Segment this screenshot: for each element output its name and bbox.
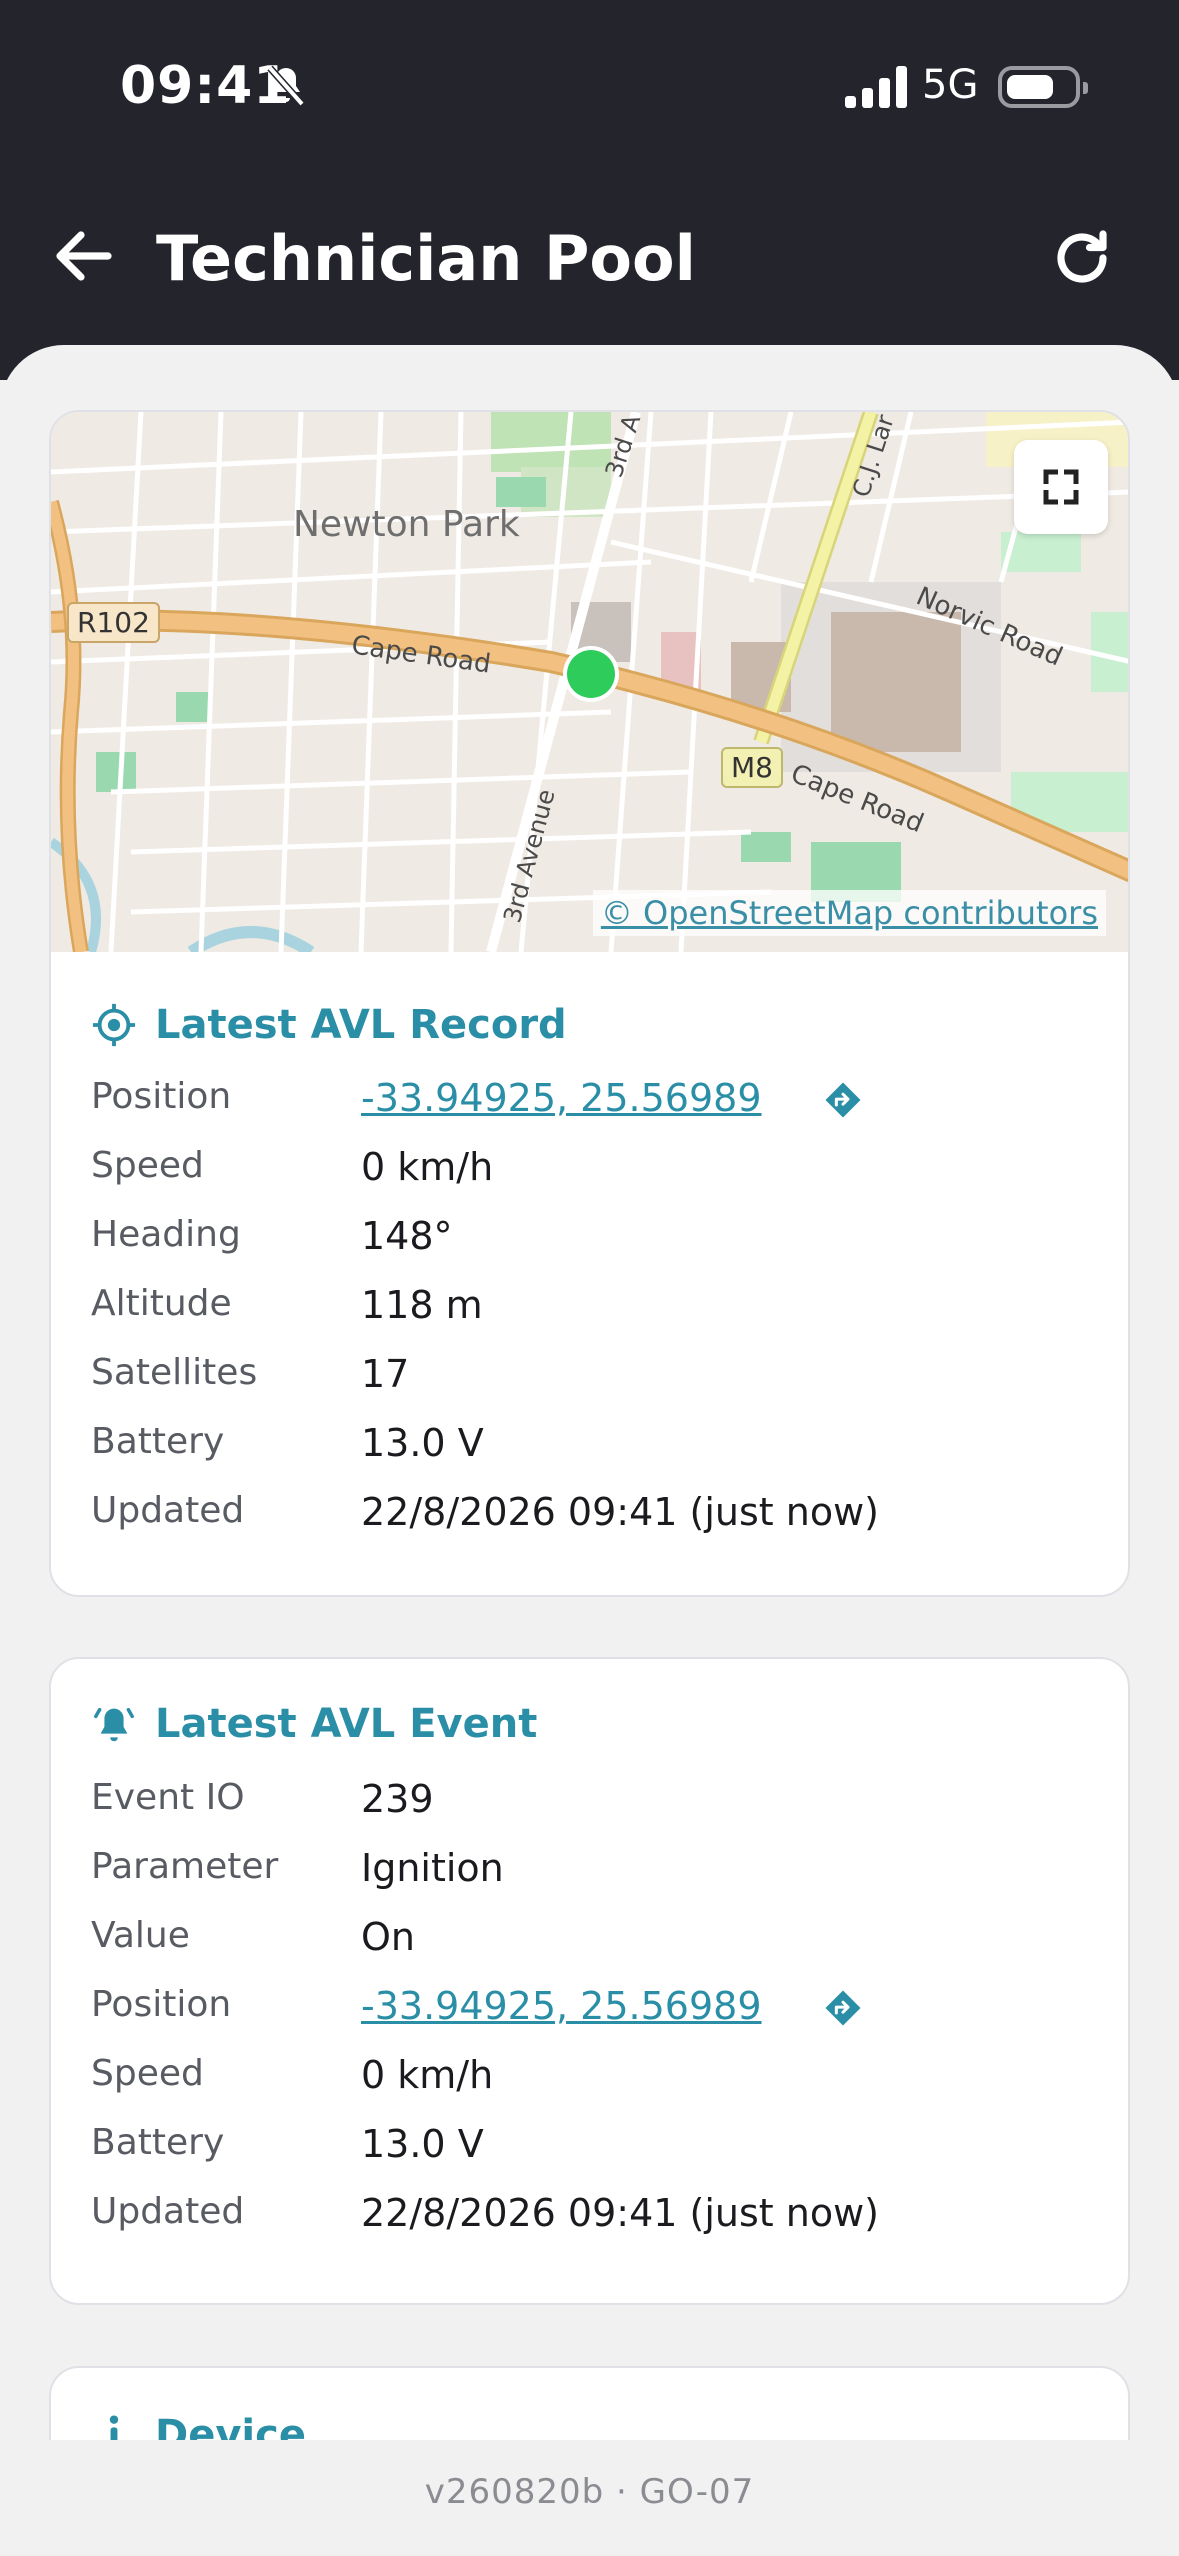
- row-value: 22/8/2026 09:41 (just now): [361, 2191, 879, 2235]
- record-row-position: Position -33.94925, 25.56989: [91, 1076, 1091, 1136]
- row-label: Heading: [91, 1214, 241, 1255]
- event-row-value: Value On: [91, 1915, 1091, 1975]
- event-row-battery: Battery 13.0 V: [91, 2122, 1091, 2182]
- record-row-speed: Speed 0 km/h: [91, 1145, 1091, 1205]
- record-row-updated: Updated 22/8/2026 09:41 (just now): [91, 1490, 1091, 1550]
- footer: v260820b · GO-07: [0, 2440, 1179, 2556]
- row-value: 0 km/h: [361, 1145, 494, 1189]
- crosshair-icon: [92, 1003, 136, 1047]
- row-label: Battery: [91, 2122, 225, 2163]
- row-label: Updated: [91, 2191, 245, 2232]
- row-value: 13.0 V: [361, 1421, 484, 1465]
- event-row-position: Position -33.94925, 25.56989: [91, 1984, 1091, 2044]
- row-label: Value: [91, 1915, 190, 1956]
- row-value: 148°: [361, 1214, 453, 1258]
- row-label: Position: [91, 1984, 232, 2025]
- row-value: 0 km/h: [361, 2053, 494, 2097]
- top-app-bar: 09:41 5G Technician Pool: [0, 0, 1179, 380]
- map-label-m8: M8: [721, 747, 783, 788]
- row-label: Position: [91, 1076, 232, 1117]
- fullscreen-button[interactable]: [1014, 440, 1108, 534]
- directions-icon[interactable]: [823, 1988, 863, 2028]
- network-type: 5G: [922, 62, 979, 108]
- vehicle-location-marker[interactable]: [559, 642, 623, 706]
- row-value: On: [361, 1915, 415, 1959]
- directions-icon[interactable]: [823, 1080, 863, 1120]
- row-label: Satellites: [91, 1352, 258, 1393]
- map-attribution-link[interactable]: © OpenStreetMap contributors: [592, 890, 1106, 936]
- row-value: Ignition: [361, 1846, 504, 1890]
- event-row-parameter: Parameter Ignition: [91, 1846, 1091, 1906]
- map-label-newton-park: Newton Park: [293, 504, 520, 545]
- app-version: v260820b · GO-07: [424, 2472, 755, 2512]
- record-row-satellites: Satellites 17: [91, 1352, 1091, 1412]
- record-row-battery: Battery 13.0 V: [91, 1421, 1091, 1481]
- row-label: Event IO: [91, 1777, 245, 1818]
- latest-event-card: Latest AVL Event Event IO 239 Parameter …: [49, 1657, 1130, 2305]
- battery-icon: [998, 66, 1088, 108]
- back-button[interactable]: [48, 220, 120, 292]
- row-label: Parameter: [91, 1846, 279, 1887]
- latest-record-card: Newton Park R102 Cape Road Cape Road M8 …: [49, 410, 1130, 1597]
- record-row-heading: Heading 148°: [91, 1214, 1091, 1274]
- row-value: 13.0 V: [361, 2122, 484, 2166]
- event-position-link[interactable]: -33.94925, 25.56989: [361, 1984, 762, 2028]
- bell-ring-icon: [94, 1707, 134, 1742]
- row-value: 17: [361, 1352, 410, 1396]
- row-value: 118 m: [361, 1283, 483, 1327]
- refresh-button[interactable]: [1046, 222, 1118, 294]
- map-label-r102: R102: [67, 602, 160, 643]
- row-value: 239: [361, 1777, 434, 1821]
- row-label: Speed: [91, 1145, 204, 1186]
- page-title: Technician Pool: [156, 222, 696, 295]
- row-value: 22/8/2026 09:41 (just now): [361, 1490, 879, 1534]
- event-row-updated: Updated 22/8/2026 09:41 (just now): [91, 2191, 1091, 2251]
- location-map[interactable]: Newton Park R102 Cape Road Cape Road M8 …: [51, 412, 1128, 952]
- latest-event-header: Latest AVL Event: [91, 1701, 537, 1747]
- event-row-speed: Speed 0 km/h: [91, 2053, 1091, 2113]
- row-label: Updated: [91, 1490, 245, 1531]
- row-label: Speed: [91, 2053, 204, 2094]
- bell-off-icon: [267, 65, 305, 107]
- record-position-link[interactable]: -33.94925, 25.56989: [361, 1076, 762, 1120]
- cellular-signal-icon: [845, 66, 907, 108]
- latest-event-title: Latest AVL Event: [155, 1701, 538, 1747]
- row-label: Battery: [91, 1421, 225, 1462]
- event-row-io: Event IO 239: [91, 1777, 1091, 1837]
- latest-record-title: Latest AVL Record: [155, 1002, 567, 1048]
- row-label: Altitude: [91, 1283, 232, 1324]
- latest-record-header: Latest AVL Record: [91, 1002, 567, 1048]
- record-row-altitude: Altitude 118 m: [91, 1283, 1091, 1343]
